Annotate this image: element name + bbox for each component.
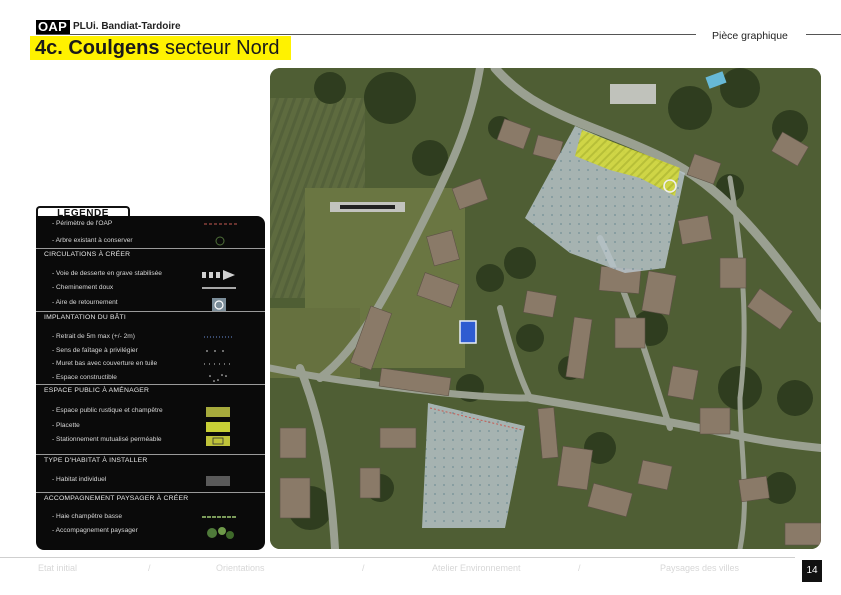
legend-item: - Sens de faîtage à privilégier <box>52 346 257 356</box>
legend-item: - Habitat individuel <box>52 475 257 486</box>
oap-badge: OAP <box>36 20 71 34</box>
footer-item-paysages[interactable]: Paysages des villes <box>660 563 739 573</box>
plan-name: PLUi. Bandiat-Tardoire <box>73 21 181 32</box>
tree-symbol-icon <box>202 236 242 246</box>
legend-item-label: - Voie de desserte en grave stabilisée <box>52 270 162 277</box>
legend-item-label: - Habitat individuel <box>52 476 107 483</box>
legend-item: - Retrait de 5m max (+/- 2m) <box>52 332 257 342</box>
page-title: 4c. Coulgens secteur Nord <box>35 36 280 60</box>
legend-separator <box>36 454 265 455</box>
legend-item-label: - Retrait de 5m max (+/- 2m) <box>52 333 135 340</box>
legend-item: - Arbre existant à conserver <box>52 236 257 246</box>
hatch-olive-symbol-icon <box>202 406 242 417</box>
dashes-fine-symbol-icon <box>202 359 242 369</box>
redacted-bar <box>340 205 395 209</box>
legend-item-label: - Placette <box>52 422 80 429</box>
dashes-symbol-icon <box>202 346 242 356</box>
header-rule-right <box>806 34 841 35</box>
legend-separator <box>36 384 265 385</box>
page-number: 14 <box>802 560 822 582</box>
footer-item-atelier[interactable]: Atelier Environnement <box>432 563 521 573</box>
legend-item: - Espace public rustique et champêtre <box>52 406 257 417</box>
footer-separator: / <box>578 563 581 573</box>
legend-item-label: - Espace public rustique et champêtre <box>52 407 163 414</box>
legend-item-label: - Accompagnement paysager <box>52 527 138 534</box>
legend-heading: IMPLANTATION DU BÂTI <box>44 314 126 321</box>
legend-separator <box>36 311 265 312</box>
legend-panel: - Périmètre de l'OAP - Arbre existant à c… <box>36 216 265 550</box>
legend-item-label: - Muret bas avec couverture en tuile <box>52 360 158 367</box>
line-symbol-icon <box>202 283 242 293</box>
shrubs-symbol-icon <box>202 526 242 539</box>
turn-symbol-icon <box>202 298 242 312</box>
legend-heading: ACCOMPAGNEMENT PAYSAGER À CRÉER <box>44 495 189 502</box>
legend-item: - Haie champêtre basse <box>52 512 257 522</box>
footer-separator: / <box>148 563 151 573</box>
legend-heading: ESPACE PUBLIC À AMÉNAGER <box>44 387 150 394</box>
footer-item-etat-initial[interactable]: Etat initial <box>38 563 77 573</box>
legend-item: - Périmètre de l'OAP <box>52 219 257 229</box>
legend-item-label: - Stationnement mutualisé perméable <box>52 436 162 443</box>
grey-box-symbol-icon <box>202 475 242 486</box>
footer-separator: / <box>362 563 365 573</box>
legend-item-label: - Périmètre de l'OAP <box>52 220 113 227</box>
legend-item-label: - Arbre existant à conserver <box>52 237 133 244</box>
legend-heading: TYPE D'HABITAT À INSTALLER <box>44 457 148 464</box>
legend-item: - Aire de retournement <box>52 298 257 312</box>
legend-separator <box>36 248 265 249</box>
legend-item: - Stationnement mutualisé perméable <box>52 435 257 446</box>
piece-label: Pièce graphique <box>712 30 788 42</box>
swimming-pool <box>459 320 477 344</box>
arrow-symbol-icon <box>202 269 242 280</box>
legend-item-label: - Haie champêtre basse <box>52 513 123 520</box>
title-rest: secteur Nord <box>159 37 280 59</box>
legend-item-label: - Sens de faîtage à privilégier <box>52 347 138 354</box>
legend-item: - Accompagnement paysager <box>52 526 257 539</box>
header-rule <box>36 34 696 35</box>
dots-white-symbol-icon <box>202 373 242 383</box>
title-bold: 4c. Coulgens <box>35 37 160 59</box>
legend-separator <box>36 492 265 493</box>
hedge-symbol-icon <box>202 512 242 522</box>
hatch-yellow-symbol-icon <box>202 421 242 432</box>
legend-item: - Voie de desserte en grave stabilisée <box>52 269 257 280</box>
legend-item: - Cheminement doux <box>52 283 257 293</box>
map-label-box <box>610 84 656 104</box>
legend-item: - Espace constructible <box>52 373 257 383</box>
legend-heading: CIRCULATIONS À CRÉER <box>44 251 131 258</box>
footer-item-orientations[interactable]: Orientations <box>216 563 265 573</box>
legend-item-label: - Cheminement doux <box>52 284 114 291</box>
aerial-map-drawing <box>270 68 821 549</box>
dots-blue-symbol-icon <box>202 332 242 342</box>
legend-item: - Muret bas avec couverture en tuile <box>52 359 257 369</box>
legend-item: - Placette <box>52 421 257 432</box>
perimeter-symbol-icon <box>202 219 242 229</box>
aerial-map[interactable] <box>270 68 821 549</box>
legend-item-label: - Espace constructible <box>52 374 117 381</box>
footer-rule <box>0 557 795 558</box>
parking-symbol-icon <box>202 435 242 446</box>
legend-item-label: - Aire de retournement <box>52 299 118 306</box>
